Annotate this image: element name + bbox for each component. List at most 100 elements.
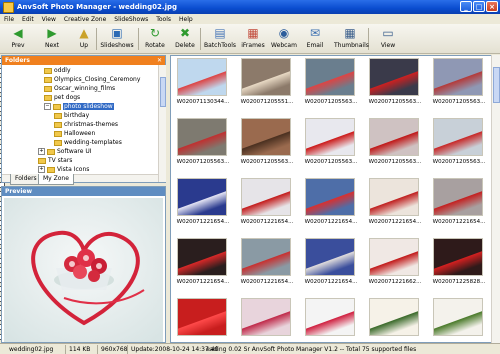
status-dimensions: 960x768 [101, 346, 128, 353]
rotate-button[interactable]: ↻ Rotate [142, 26, 168, 52]
thumbnail-image [305, 298, 355, 336]
folder-icon [54, 112, 62, 119]
thumbnail-image [433, 238, 483, 276]
folder-tree-item[interactable]: + Software UI [38, 147, 92, 156]
up-button[interactable]: ▲ Up [72, 26, 96, 52]
thumbnail-item[interactable]: W020071221654... [171, 176, 235, 233]
thumbnail-item[interactable]: W020071205563... [235, 116, 299, 173]
thumbnail-item[interactable]: W020071221662... [363, 236, 427, 293]
thumbnails-button[interactable]: ▦ Thumbnails [334, 26, 369, 52]
view-button[interactable]: ▭ View [378, 26, 398, 52]
preview-panel-header: Preview [2, 187, 165, 196]
thumbnail-item[interactable]: W020071221654... [427, 176, 491, 233]
folder-tree-item[interactable]: + Vista Icons [38, 165, 89, 174]
tab-folders[interactable]: Folders [10, 174, 42, 185]
expand-toggle-icon[interactable]: + [38, 148, 45, 155]
thumbnail-image [369, 58, 419, 96]
folder-tree-item[interactable]: − photo slideshow [44, 102, 114, 111]
thumbnail-item[interactable]: W020071205563... [427, 56, 491, 113]
toolbar-separator [96, 28, 97, 50]
folders-panel-header: Folders ✕ [2, 56, 165, 65]
thumbnail-caption: W020071221654... [368, 219, 422, 225]
folder-tree-item[interactable]: pet dogs [44, 93, 80, 102]
thumbnail-item[interactable]: W020071205563... [363, 116, 427, 173]
folder-tree-item[interactable]: Olympics_Closing_Ceremony [44, 75, 140, 84]
thumbnail-image [241, 178, 291, 216]
thumbnail-item[interactable] [171, 296, 235, 342]
toolbar-label: Webcam [271, 42, 297, 49]
thumbnail-caption: W020071221654... [304, 279, 358, 285]
folder-label: wedding-templates [64, 139, 122, 146]
thumbnail-item[interactable] [299, 296, 363, 342]
batchtools-button[interactable]: ▤ BatchTools [204, 26, 236, 52]
folder-icon [47, 148, 55, 155]
thumbnail-item[interactable]: W020071221654... [171, 236, 235, 293]
thumbnail-item[interactable]: W020071205563... [363, 56, 427, 113]
next-button[interactable]: ▶ Next [38, 26, 66, 52]
expand-toggle-icon[interactable]: − [44, 103, 51, 110]
thumbnail-image [369, 178, 419, 216]
email-button[interactable]: ✉ Email [302, 26, 328, 52]
thumbnail-item[interactable]: W020071221654... [235, 236, 299, 293]
thumbnail-item[interactable]: W020071130344... [171, 56, 235, 113]
toolbar-label: BatchTools [204, 42, 237, 49]
folder-tree-item[interactable]: Oscar_winning_films [44, 84, 115, 93]
thumbnail-caption: W020071130344... [176, 99, 230, 105]
thumbnail-item[interactable] [363, 296, 427, 342]
view-icon: ▭ [382, 26, 394, 40]
maximize-button[interactable]: □ [473, 1, 485, 12]
thumbnail-image [369, 118, 419, 156]
toolbar-label: Rotate [145, 42, 165, 49]
expand-toggle-icon[interactable]: + [38, 166, 45, 173]
tree-vertical-scrollbar[interactable] [158, 65, 166, 182]
folder-tree-item[interactable]: birthday [54, 111, 89, 120]
folder-tree-item[interactable]: oddly [44, 66, 71, 75]
menu-help[interactable]: Help [175, 16, 197, 23]
menu-tools[interactable]: Tools [152, 16, 175, 23]
folder-tree-item[interactable]: wedding-templates [54, 138, 122, 147]
folder-icon [44, 76, 52, 83]
folder-label: pet dogs [54, 94, 81, 101]
thumbnail-item[interactable]: W020071205563... [171, 116, 235, 173]
close-panel-icon[interactable]: ✕ [157, 56, 162, 65]
folder-tree-item[interactable]: Halloween [54, 129, 95, 138]
toolbar-label: Prev [11, 42, 25, 49]
menu-file[interactable]: File [0, 16, 18, 23]
iframes-button[interactable]: ▦ iFrames [240, 26, 266, 52]
thumbnail-caption: W020071205563... [304, 99, 358, 105]
thumbnail-item[interactable]: W020071221654... [235, 176, 299, 233]
menu-slideshows[interactable]: SlideShows [110, 16, 152, 23]
folder-label: Oscar_winning_films [54, 85, 116, 92]
webcam-button[interactable]: ◉ Webcam [270, 26, 298, 52]
folder-icon [44, 67, 52, 74]
prev-button[interactable]: ◀ Prev [4, 26, 32, 52]
thumbnail-item[interactable]: W020071221654... [363, 176, 427, 233]
thumbnail-item[interactable]: W020071221654... [299, 176, 363, 233]
slideshows-button[interactable]: ▣ Slideshows [98, 26, 136, 52]
folder-icon [44, 94, 52, 101]
folders-panel-title: Folders [5, 57, 30, 64]
menu-view[interactable]: View [38, 16, 60, 23]
thumbnail-item[interactable] [427, 296, 491, 342]
menu-bar: File Edit View Creative Zone SlideShows … [0, 14, 500, 24]
thumbnail-item[interactable]: W020071205563... [299, 116, 363, 173]
thumbnail-image [241, 58, 291, 96]
panel-tabs: Folders My Zone [10, 174, 170, 185]
tab-my-zone[interactable]: My Zone [38, 174, 74, 185]
thumbnail-item[interactable]: W020071205563... [427, 116, 491, 173]
toolbar-label: Slideshows [100, 42, 134, 49]
folder-tree-item[interactable]: TV stars [38, 156, 72, 165]
thumbnail-item[interactable]: W020071221654... [299, 236, 363, 293]
thumbnail-item[interactable] [235, 296, 299, 342]
thumbnail-caption: W020071205563... [304, 159, 358, 165]
menu-creative-zone[interactable]: Creative Zone [60, 16, 110, 23]
minimize-button[interactable]: _ [460, 1, 472, 12]
thumbnail-item[interactable]: W020071205563... [299, 56, 363, 113]
delete-button[interactable]: ✖ Delete [172, 26, 198, 52]
thumbnail-item[interactable]: W020071205551... [235, 56, 299, 113]
menu-edit[interactable]: Edit [18, 16, 38, 23]
folder-tree-item[interactable]: christmas-themes [54, 120, 118, 129]
thumbnail-vertical-scrollbar[interactable] [491, 55, 500, 343]
thumbnail-item[interactable]: W020071225828... [427, 236, 491, 293]
close-button[interactable]: × [486, 1, 498, 12]
